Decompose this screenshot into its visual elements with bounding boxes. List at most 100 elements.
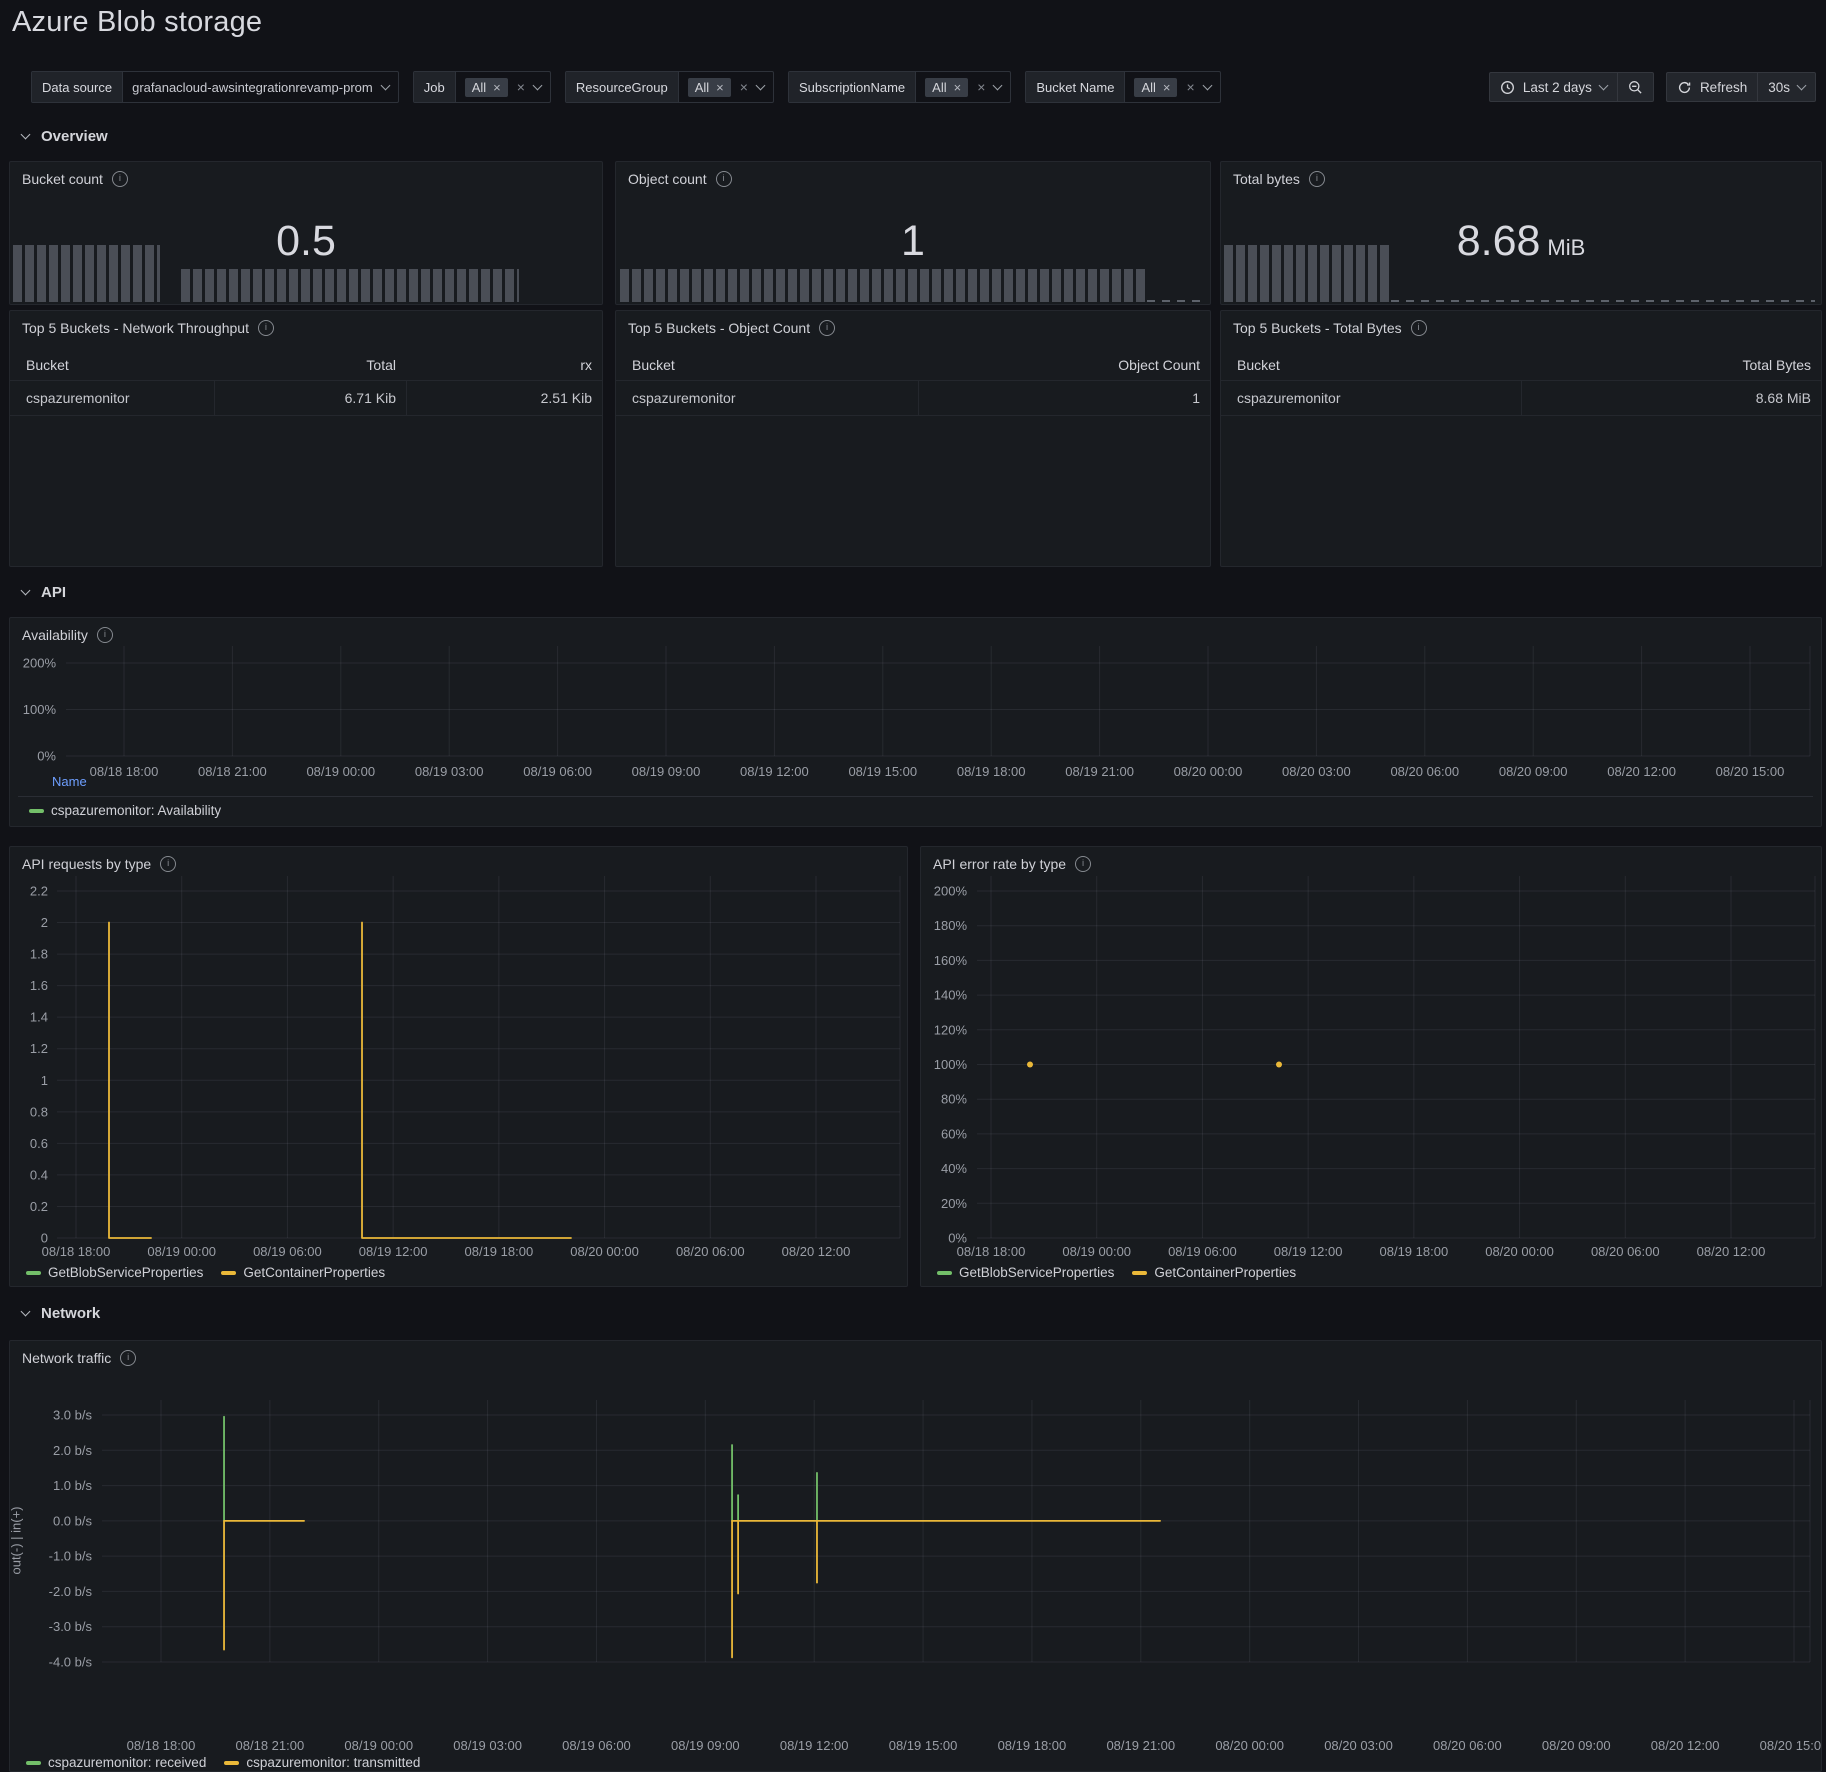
svg-text:100%: 100% bbox=[23, 702, 57, 717]
svg-text:08/20 15:00: 08/20 15:00 bbox=[1716, 764, 1785, 779]
panel-top5-object-count: Top 5 Buckets - Object Count i Bucket Obj… bbox=[615, 310, 1211, 567]
info-icon[interactable]: i bbox=[819, 320, 835, 336]
time-range-button[interactable]: Last 2 days bbox=[1489, 72, 1617, 102]
refresh-interval-button[interactable]: 30s bbox=[1757, 72, 1816, 102]
remove-tag-icon[interactable]: × bbox=[1163, 81, 1171, 94]
chevron-down-icon bbox=[21, 586, 31, 596]
svg-text:200%: 200% bbox=[23, 656, 57, 671]
selected-tag[interactable]: All× bbox=[1134, 78, 1177, 97]
legend-item[interactable]: GetContainerProperties bbox=[1132, 1265, 1296, 1280]
svg-text:08/20 00:00: 08/20 00:00 bbox=[570, 1244, 639, 1259]
chevron-down-icon[interactable] bbox=[1202, 81, 1212, 91]
svg-text:100%: 100% bbox=[934, 1057, 968, 1072]
api-error-rate-chart: 200%180%160%140%120%100%80%60%40%20%0%08… bbox=[921, 847, 1821, 1286]
var-subscription-name[interactable]: SubscriptionName All× × bbox=[788, 71, 1011, 103]
section-network[interactable]: Network bbox=[22, 1305, 100, 1322]
legend-item[interactable]: cspazuremonitor: Availability bbox=[29, 803, 221, 818]
table-header: Bucket Object Count bbox=[616, 349, 1210, 380]
var-bucket-name[interactable]: Bucket Name All× × bbox=[1025, 71, 1220, 103]
legend-separator bbox=[18, 796, 1813, 797]
legend-item[interactable]: GetBlobServiceProperties bbox=[26, 1265, 203, 1280]
clear-all-icon[interactable]: × bbox=[977, 80, 985, 94]
table-row[interactable]: cspazuremonitor 8.68 MiB bbox=[1221, 380, 1821, 416]
var-value[interactable]: grafanacloud-awsintegrationrevamp-prom bbox=[132, 80, 373, 95]
legend-item[interactable]: GetBlobServiceProperties bbox=[937, 1265, 1114, 1280]
var-label: Data source bbox=[32, 72, 123, 102]
sparkline-bars bbox=[181, 269, 519, 302]
var-data-source[interactable]: Data source grafanacloud-awsintegrationr… bbox=[31, 71, 399, 103]
svg-text:2.2: 2.2 bbox=[30, 884, 48, 899]
svg-text:08/19 21:00: 08/19 21:00 bbox=[1065, 764, 1134, 779]
info-icon[interactable]: i bbox=[1411, 320, 1427, 336]
clock-icon bbox=[1500, 80, 1515, 95]
info-icon[interactable]: i bbox=[112, 171, 128, 187]
chevron-down-icon[interactable] bbox=[380, 81, 390, 91]
remove-tag-icon[interactable]: × bbox=[493, 81, 501, 94]
selected-tag[interactable]: All× bbox=[925, 78, 968, 97]
section-api[interactable]: API bbox=[22, 584, 66, 601]
svg-text:08/19 12:00: 08/19 12:00 bbox=[1274, 1244, 1343, 1259]
svg-text:08/19 06:00: 08/19 06:00 bbox=[523, 764, 592, 779]
svg-text:08/18 21:00: 08/18 21:00 bbox=[236, 1738, 305, 1753]
var-label: ResourceGroup bbox=[566, 72, 679, 102]
legend-item[interactable]: cspazuremonitor: transmitted bbox=[224, 1755, 420, 1770]
section-overview[interactable]: Overview bbox=[22, 128, 108, 145]
sparkline-dash bbox=[1147, 300, 1206, 302]
refresh-button[interactable]: Refresh bbox=[1666, 72, 1757, 102]
zoom-out-button[interactable] bbox=[1617, 72, 1654, 102]
svg-text:08/19 09:00: 08/19 09:00 bbox=[671, 1738, 740, 1753]
remove-tag-icon[interactable]: × bbox=[954, 81, 962, 94]
svg-text:08/18 18:00: 08/18 18:00 bbox=[42, 1244, 111, 1259]
chevron-down-icon[interactable] bbox=[755, 81, 765, 91]
svg-text:140%: 140% bbox=[934, 988, 968, 1003]
var-job[interactable]: Job All× × bbox=[413, 71, 551, 103]
table-row[interactable]: cspazuremonitor 6.71 Kib 2.51 Kib bbox=[10, 380, 602, 416]
svg-text:08/19 03:00: 08/19 03:00 bbox=[453, 1738, 522, 1753]
legend: GetBlobServiceProperties GetContainerPro… bbox=[937, 1265, 1296, 1280]
svg-text:08/19 15:00: 08/19 15:00 bbox=[848, 764, 917, 779]
legend-item[interactable]: cspazuremonitor: received bbox=[26, 1755, 206, 1770]
clear-all-icon[interactable]: × bbox=[740, 80, 748, 94]
svg-text:160%: 160% bbox=[934, 953, 968, 968]
svg-text:08/19 18:00: 08/19 18:00 bbox=[1380, 1244, 1449, 1259]
chevron-down-icon[interactable] bbox=[993, 81, 1003, 91]
legend-header[interactable]: Name bbox=[52, 774, 87, 789]
series-swatch bbox=[221, 1271, 236, 1275]
svg-text:-4.0 b/s: -4.0 b/s bbox=[49, 1655, 93, 1670]
svg-text:08/20 00:00: 08/20 00:00 bbox=[1215, 1738, 1284, 1753]
table: Bucket Total rx cspazuremonitor 6.71 Kib… bbox=[10, 349, 602, 416]
chevron-down-icon bbox=[1598, 81, 1608, 91]
svg-text:08/20 12:00: 08/20 12:00 bbox=[1651, 1738, 1720, 1753]
svg-text:1.6: 1.6 bbox=[30, 978, 48, 993]
info-icon[interactable]: i bbox=[716, 171, 732, 187]
selected-tag[interactable]: All× bbox=[688, 78, 731, 97]
series-swatch bbox=[937, 1271, 952, 1275]
chevron-down-icon[interactable] bbox=[532, 81, 542, 91]
info-icon[interactable]: i bbox=[258, 320, 274, 336]
svg-text:1.4: 1.4 bbox=[30, 1010, 48, 1025]
svg-text:08/19 12:00: 08/19 12:00 bbox=[740, 764, 809, 779]
var-resource-group[interactable]: ResourceGroup All× × bbox=[565, 71, 774, 103]
sparkline-bars bbox=[620, 269, 1146, 302]
svg-text:08/20 15:00: 08/20 15:00 bbox=[1760, 1738, 1821, 1753]
panel-title: Top 5 Buckets - Object Count bbox=[628, 320, 810, 336]
svg-text:08/20 06:00: 08/20 06:00 bbox=[676, 1244, 745, 1259]
info-icon[interactable]: i bbox=[1309, 171, 1325, 187]
svg-text:08/18 21:00: 08/18 21:00 bbox=[198, 764, 267, 779]
table-row[interactable]: cspazuremonitor 1 bbox=[616, 380, 1210, 416]
remove-tag-icon[interactable]: × bbox=[716, 81, 724, 94]
clear-all-icon[interactable]: × bbox=[517, 80, 525, 94]
svg-text:08/19 18:00: 08/19 18:00 bbox=[465, 1244, 534, 1259]
toolbar: Data source grafanacloud-awsintegrationr… bbox=[31, 72, 1816, 102]
clear-all-icon[interactable]: × bbox=[1186, 80, 1194, 94]
svg-text:08/19 00:00: 08/19 00:00 bbox=[147, 1244, 216, 1259]
svg-text:-1.0 b/s: -1.0 b/s bbox=[49, 1549, 93, 1564]
svg-text:0.8: 0.8 bbox=[30, 1104, 48, 1119]
legend: GetBlobServiceProperties GetContainerPro… bbox=[26, 1265, 385, 1280]
var-label: SubscriptionName bbox=[789, 72, 916, 102]
svg-text:08/19 15:00: 08/19 15:00 bbox=[889, 1738, 958, 1753]
selected-tag[interactable]: All× bbox=[465, 78, 508, 97]
svg-text:08/19 18:00: 08/19 18:00 bbox=[998, 1738, 1067, 1753]
legend-item[interactable]: GetContainerProperties bbox=[221, 1265, 385, 1280]
panel-title: Total bytes bbox=[1233, 171, 1300, 187]
